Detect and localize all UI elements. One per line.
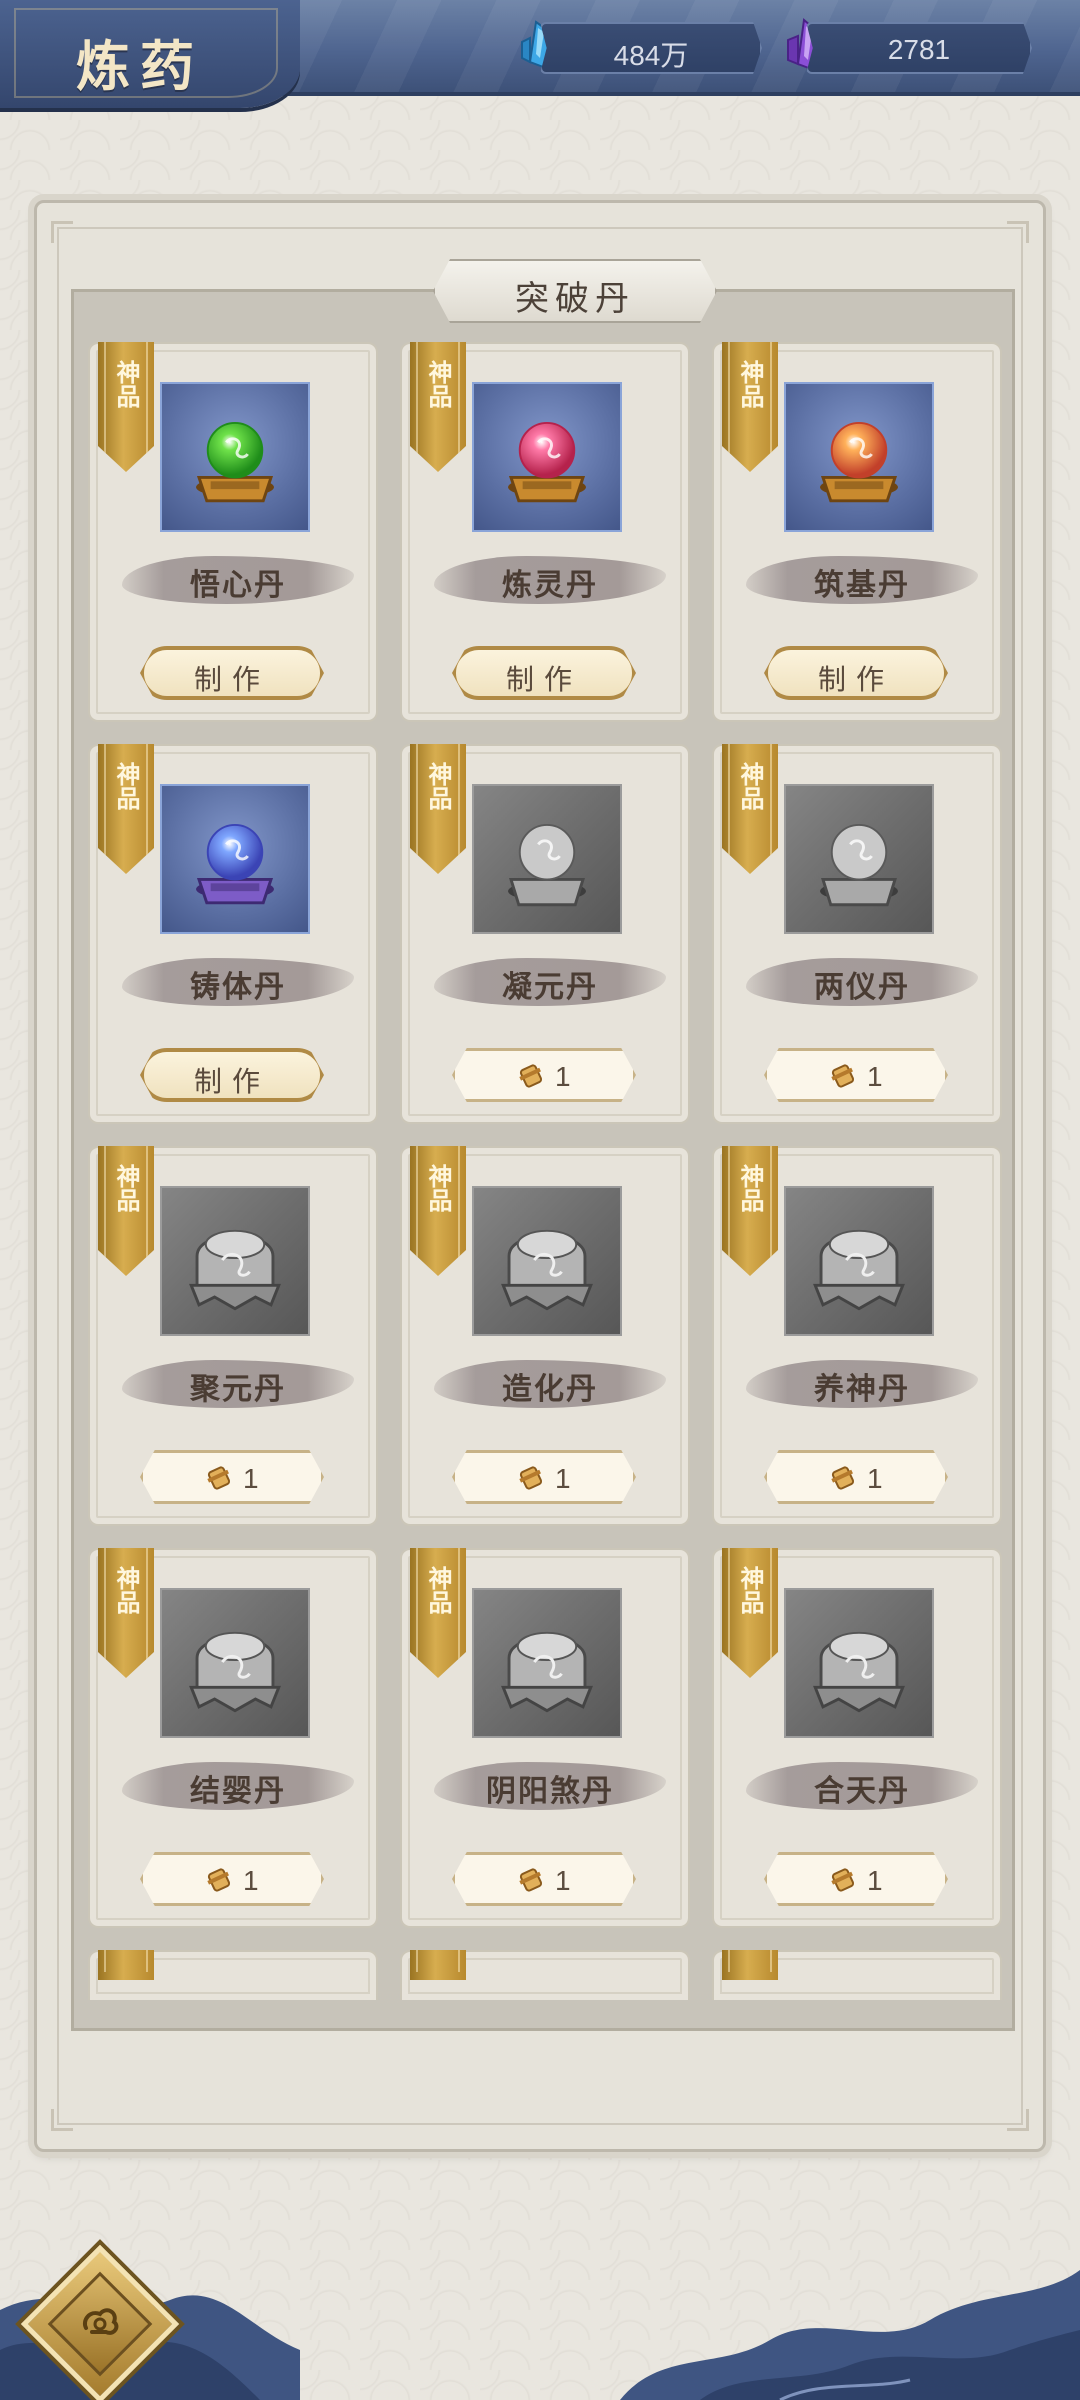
green-pill-icon[interactable] [160, 382, 310, 532]
item-name: 炼灵丹 [502, 568, 598, 603]
scroll-icon [831, 1466, 855, 1490]
recipe-card[interactable]: 神品 凝元丹 1 [400, 744, 690, 1124]
scroll-icon [831, 1064, 855, 1088]
rank-label: 神品 [424, 762, 453, 810]
item-name: 造化丹 [502, 1372, 598, 1407]
gray-pill-icon[interactable] [472, 784, 622, 934]
item-name: 结婴丹 [190, 1774, 286, 1809]
craft-button[interactable]: 制作 [764, 646, 948, 700]
rank-ribbon [98, 1950, 154, 1980]
item-name: 养神丹 [814, 1372, 910, 1407]
corner-ornament [1007, 2109, 1029, 2131]
unlock-cost-button[interactable]: 1 [764, 1048, 948, 1102]
rank-label: 神品 [112, 762, 141, 810]
corner-ornament [51, 2109, 73, 2131]
rank-ribbon [722, 1950, 778, 1980]
cost-value: 1 [867, 1463, 883, 1494]
cost-value: 1 [555, 1865, 571, 1896]
recipe-card[interactable]: 神品 铸体丹 制作 [88, 744, 378, 1124]
gray-cauldron-icon[interactable] [160, 1186, 310, 1336]
cost-value: 1 [555, 1463, 571, 1494]
page-title: 炼药 [76, 34, 204, 98]
orange-pill-icon[interactable] [784, 382, 934, 532]
unlock-cost-button[interactable]: 1 [140, 1852, 324, 1906]
currency-value-spirit-stone: 484万 [613, 40, 689, 71]
rank-ribbon [410, 1950, 466, 1980]
unlock-cost-button[interactable]: 1 [452, 1450, 636, 1504]
recipe-card[interactable]: 神品 养神丹 1 [712, 1146, 1002, 1526]
currency-gem[interactable]: 2781 [806, 22, 1032, 74]
item-name: 铸体丹 [190, 970, 286, 1005]
recipe-card[interactable] [88, 1950, 378, 2000]
red-pill-icon[interactable] [472, 382, 622, 532]
rank-label: 神品 [736, 762, 765, 810]
item-name: 筑基丹 [814, 568, 910, 603]
recipe-card[interactable]: 神品 两仪丹 1 [712, 744, 1002, 1124]
scroll-icon [519, 1466, 543, 1490]
rank-label: 神品 [424, 1566, 453, 1614]
corner-ornament [51, 221, 73, 243]
recipe-grid[interactable]: 神品 悟心丹 制作 神品 炼灵丹 制作 神品 筑基丹 制作 神品 铸体丹 制作 … [71, 289, 1015, 2031]
cost-value: 1 [867, 1061, 883, 1092]
recipe-card[interactable]: 神品 造化丹 1 [400, 1146, 690, 1526]
gray-cauldron-icon[interactable] [160, 1588, 310, 1738]
currency-value-gem: 2781 [887, 34, 951, 65]
rank-label: 神品 [424, 1164, 453, 1212]
scroll-icon [831, 1868, 855, 1892]
gray-cauldron-icon[interactable] [784, 1186, 934, 1336]
item-name: 阴阳煞丹 [486, 1774, 614, 1809]
gray-cauldron-icon[interactable] [784, 1588, 934, 1738]
scroll-icon [207, 1868, 231, 1892]
cost-value: 1 [555, 1061, 571, 1092]
scroll-icon [519, 1064, 543, 1088]
unlock-cost-button[interactable]: 1 [764, 1852, 948, 1906]
cloud-emblem-icon [83, 2308, 119, 2335]
top-bar: 炼药 484万 2781 [0, 0, 1080, 120]
craft-button[interactable]: 制作 [140, 1048, 324, 1102]
scroll-icon [207, 1466, 231, 1490]
section-title: 突破丹 [515, 279, 635, 319]
rank-label: 神品 [112, 1566, 141, 1614]
recipe-card[interactable]: 神品 聚元丹 1 [88, 1146, 378, 1526]
item-name: 悟心丹 [190, 568, 286, 603]
unlock-cost-button[interactable]: 1 [140, 1450, 324, 1504]
recipe-card[interactable] [400, 1950, 690, 2000]
recipe-card[interactable] [712, 1950, 1002, 2000]
rank-label: 神品 [736, 360, 765, 408]
recipe-card[interactable]: 神品 悟心丹 制作 [88, 342, 378, 722]
scroll-icon [519, 1868, 543, 1892]
alchemy-panel: 神品 悟心丹 制作 神品 炼灵丹 制作 神品 筑基丹 制作 神品 铸体丹 制作 … [34, 200, 1046, 2152]
recipe-card[interactable]: 神品 阴阳煞丹 1 [400, 1548, 690, 1928]
recipe-card[interactable]: 神品 筑基丹 制作 [712, 342, 1002, 722]
cost-value: 1 [867, 1865, 883, 1896]
gray-cauldron-icon[interactable] [472, 1186, 622, 1336]
rank-label: 神品 [112, 360, 141, 408]
corner-ornament [1007, 221, 1029, 243]
recipe-card[interactable]: 神品 合天丹 1 [712, 1548, 1002, 1928]
gray-pill-icon[interactable] [784, 784, 934, 934]
unlock-cost-button[interactable]: 1 [452, 1048, 636, 1102]
recipe-card[interactable]: 神品 炼灵丹 制作 [400, 342, 690, 722]
unlock-cost-button[interactable]: 1 [764, 1450, 948, 1504]
unlock-cost-button[interactable]: 1 [452, 1852, 636, 1906]
rank-label: 神品 [736, 1566, 765, 1614]
item-name: 聚元丹 [190, 1372, 286, 1407]
gray-cauldron-icon[interactable] [472, 1588, 622, 1738]
recipe-card[interactable]: 神品 结婴丹 1 [88, 1548, 378, 1928]
item-name: 两仪丹 [814, 970, 910, 1005]
currency-spirit-stone[interactable]: 484万 [540, 22, 762, 74]
item-name: 凝元丹 [502, 970, 598, 1005]
blue-pill-icon[interactable] [160, 784, 310, 934]
section-title-banner: 突破丹 [433, 259, 717, 323]
cost-value: 1 [243, 1865, 259, 1896]
rank-label: 神品 [736, 1164, 765, 1212]
cost-value: 1 [243, 1463, 259, 1494]
rank-label: 神品 [424, 360, 453, 408]
item-name: 合天丹 [814, 1774, 910, 1809]
rank-label: 神品 [112, 1164, 141, 1212]
craft-button[interactable]: 制作 [140, 646, 324, 700]
craft-button[interactable]: 制作 [452, 646, 636, 700]
